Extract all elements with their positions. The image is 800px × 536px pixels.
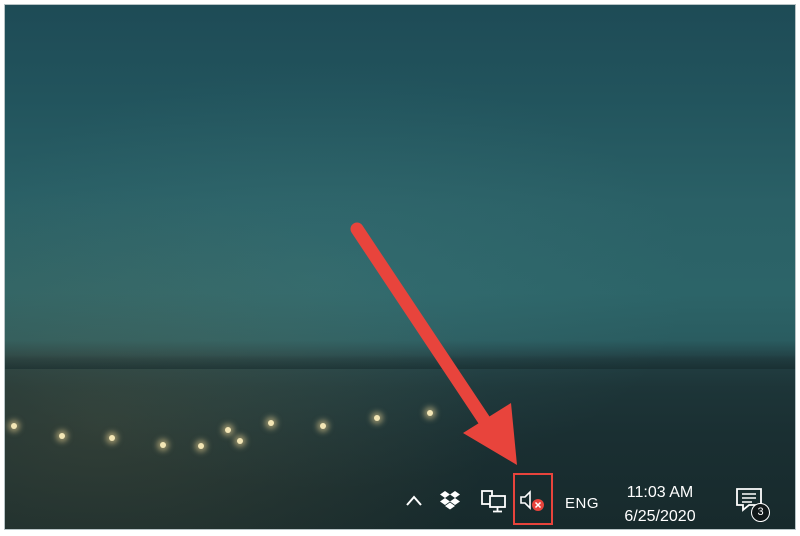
clock-time: 11:03 AM [626,484,694,501]
notification-center-button[interactable]: 3 [735,487,770,522]
language-indicator[interactable]: ENG [565,495,599,512]
dropbox-icon[interactable] [439,490,461,510]
annotation-arrow [350,222,517,465]
network-icon[interactable] [481,489,507,513]
clock[interactable]: 11:03 AM 6/25/2020 [617,481,703,529]
system-tray: ENG 11:03 AM 6/25/2020 3 [395,473,795,529]
chevron-up-icon[interactable] [405,493,423,507]
screenshot-frame: ENG 11:03 AM 6/25/2020 3 [4,4,796,530]
clock-date: 6/25/2020 [624,508,696,525]
notification-count-badge: 3 [751,503,770,522]
volume-muted-icon[interactable] [519,489,547,513]
